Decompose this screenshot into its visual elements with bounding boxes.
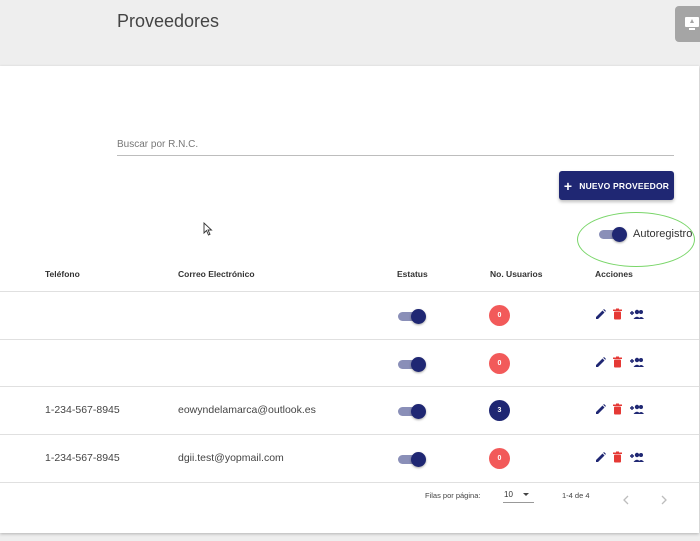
main-card: + NUEVO PROVEEDOR Autoregistro Teléfono … bbox=[0, 66, 699, 533]
row-divider bbox=[0, 482, 699, 483]
rows-per-page-label: Filas por página: bbox=[425, 491, 481, 500]
phone-cell: 1-234-567-8945 bbox=[45, 404, 120, 416]
table-row: 0 bbox=[0, 340, 699, 387]
trash-icon[interactable] bbox=[612, 356, 623, 368]
add-users-icon[interactable] bbox=[628, 357, 644, 368]
row-actions bbox=[595, 403, 649, 415]
status-toggle[interactable] bbox=[398, 404, 426, 419]
autoregistro-label: Autoregistro bbox=[633, 228, 693, 240]
table-row: 0 bbox=[0, 292, 699, 339]
toggle-knob bbox=[411, 357, 426, 372]
new-provider-label: NUEVO PROVEEDOR bbox=[579, 180, 670, 191]
trash-icon[interactable] bbox=[612, 451, 623, 463]
toggle-knob bbox=[411, 309, 426, 324]
pencil-icon[interactable] bbox=[595, 356, 607, 368]
pencil-icon[interactable] bbox=[595, 308, 607, 320]
plus-icon: + bbox=[563, 177, 573, 194]
phone-cell: 1-234-567-8945 bbox=[45, 452, 120, 464]
monitor-icon bbox=[685, 17, 699, 30]
new-provider-button[interactable]: + NUEVO PROVEEDOR bbox=[559, 171, 674, 200]
users-count-badge: 0 bbox=[489, 448, 510, 469]
row-actions bbox=[595, 308, 649, 320]
toggle-knob bbox=[411, 404, 426, 419]
users-count-badge: 3 bbox=[489, 400, 510, 421]
column-header-email: Correo Electrónico bbox=[178, 269, 255, 279]
autoregistro-control[interactable]: Autoregistro bbox=[599, 227, 693, 242]
table-row: 1-234-567-8945 eowyndelamarca@outlook.es… bbox=[0, 387, 699, 434]
trash-icon[interactable] bbox=[612, 308, 623, 320]
rows-per-page-value: 10 bbox=[504, 490, 513, 499]
users-count-badge: 0 bbox=[489, 353, 510, 374]
toggle-knob bbox=[411, 452, 426, 467]
autoregistro-toggle[interactable] bbox=[599, 227, 627, 242]
status-toggle[interactable] bbox=[398, 452, 426, 467]
trash-icon[interactable] bbox=[612, 403, 623, 415]
chevron-left-icon[interactable] bbox=[622, 495, 630, 505]
add-users-icon[interactable] bbox=[628, 404, 644, 415]
row-actions bbox=[595, 356, 649, 368]
toggle-knob bbox=[612, 227, 627, 242]
pencil-icon[interactable] bbox=[595, 451, 607, 463]
search-field[interactable] bbox=[117, 134, 674, 156]
rows-per-page-select[interactable]: 10 bbox=[503, 485, 534, 503]
users-count-badge: 0 bbox=[489, 305, 510, 326]
add-users-icon[interactable] bbox=[628, 452, 644, 463]
status-toggle[interactable] bbox=[398, 357, 426, 372]
pagination-range: 1-4 de 4 bbox=[562, 491, 590, 500]
page-title: Proveedores bbox=[117, 11, 220, 31]
email-cell: eowyndelamarca@outlook.es bbox=[178, 404, 316, 416]
chevron-down-icon bbox=[523, 493, 529, 496]
add-users-icon[interactable] bbox=[628, 309, 644, 320]
pencil-icon[interactable] bbox=[595, 403, 607, 415]
search-input[interactable] bbox=[117, 134, 674, 155]
cursor-icon bbox=[203, 222, 213, 236]
corner-button[interactable] bbox=[675, 6, 700, 42]
row-actions bbox=[595, 451, 649, 463]
column-header-phone: Teléfono bbox=[45, 269, 80, 279]
status-toggle[interactable] bbox=[398, 309, 426, 324]
email-cell: dgii.test@yopmail.com bbox=[178, 452, 284, 464]
table-row: 1-234-567-8945 dgii.test@yopmail.com 0 bbox=[0, 435, 699, 482]
column-header-users: No. Usuarios bbox=[490, 269, 543, 279]
column-header-actions: Acciones bbox=[595, 269, 633, 279]
chevron-right-icon[interactable] bbox=[660, 495, 668, 505]
column-header-status: Estatus bbox=[397, 269, 428, 279]
